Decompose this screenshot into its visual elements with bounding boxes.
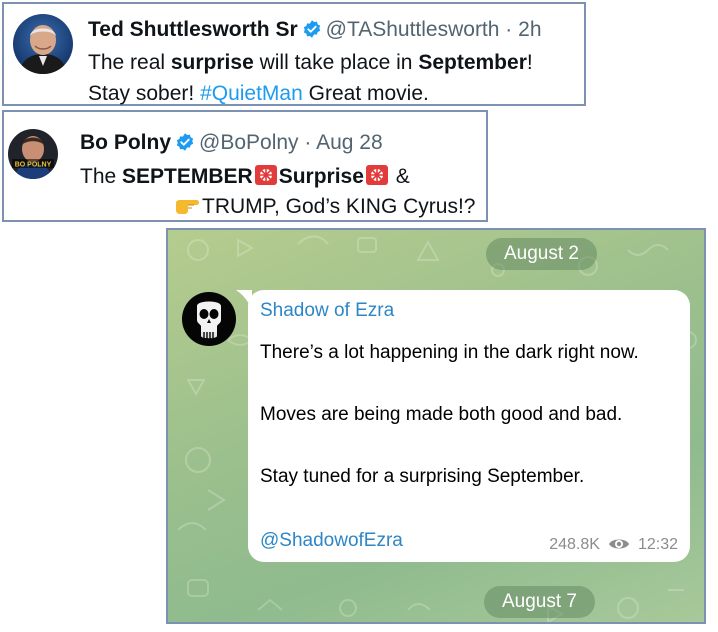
tweet-text-line-1: The SEPTEMBER Surprise &	[80, 164, 410, 192]
view-count: 248.8K	[549, 536, 600, 553]
avatar-ted-shuttlesworth[interactable]	[13, 14, 73, 74]
police-light-icon	[254, 164, 278, 192]
date-separator: August 7	[484, 586, 595, 618]
tweet-header: Bo Polny @BoPolny · Aug 28	[80, 131, 383, 158]
date-separator: August 2	[486, 238, 597, 270]
tweet-text-line-1: The real surprise will take place in Sep…	[88, 51, 533, 74]
user-handle[interactable]: @TAShuttlesworth	[326, 18, 500, 41]
verified-badge-icon	[302, 19, 322, 45]
avatar-logo-text: BO POLNY	[15, 162, 52, 169]
verified-badge-icon	[175, 132, 195, 158]
tweet-text-line-2: Stay sober! #QuietMan Great movie.	[88, 82, 429, 105]
avatar-bo-polny[interactable]: BO POLNY	[8, 129, 58, 179]
hashtag-link[interactable]: #QuietMan	[200, 82, 303, 105]
channel-mention-link[interactable]: @ShadowofEzra	[260, 530, 403, 552]
tweet-text-line-2: TRUMP, God’s KING Cyrus!?	[174, 195, 475, 221]
channel-message[interactable]: Shadow of Ezra There’s a lot happening i…	[248, 290, 690, 562]
tweet-header: Ted Shuttlesworth Sr @TAShuttlesworth · 2…	[88, 18, 542, 45]
message-text-line-2: Moves are being made both good and bad.	[260, 404, 623, 425]
display-name[interactable]: Bo Polny	[80, 131, 171, 154]
message-text-line-1: There’s a lot happening in the dark righ…	[260, 342, 639, 363]
backhand-index-pointing-right-icon	[174, 195, 200, 221]
message-meta: 248.8K 12:32	[549, 536, 678, 557]
tweet-bo-polny[interactable]: BO POLNY Bo Polny @BoPolny · Aug 28 The S…	[2, 110, 488, 222]
punisher-skull-icon[interactable]	[182, 292, 236, 346]
tweet-ted-shuttlesworth[interactable]: Ted Shuttlesworth Sr @TAShuttlesworth · 2…	[2, 2, 586, 106]
police-light-icon	[365, 164, 389, 192]
tweet-time[interactable]: Aug 28	[316, 131, 383, 154]
tweet-time[interactable]: 2h	[518, 18, 541, 41]
message-time: 12:32	[637, 536, 678, 553]
message-sender[interactable]: Shadow of Ezra	[260, 300, 394, 322]
user-handle[interactable]: @BoPolny	[199, 131, 299, 154]
message-text-line-3: Stay tuned for a surprising September.	[260, 466, 585, 487]
telegram-channel-view[interactable]: August 2 Shadow of Ezra There’s a lot ha…	[166, 228, 706, 624]
display-name[interactable]: Ted Shuttlesworth Sr	[88, 18, 298, 41]
eye-icon	[608, 536, 630, 557]
